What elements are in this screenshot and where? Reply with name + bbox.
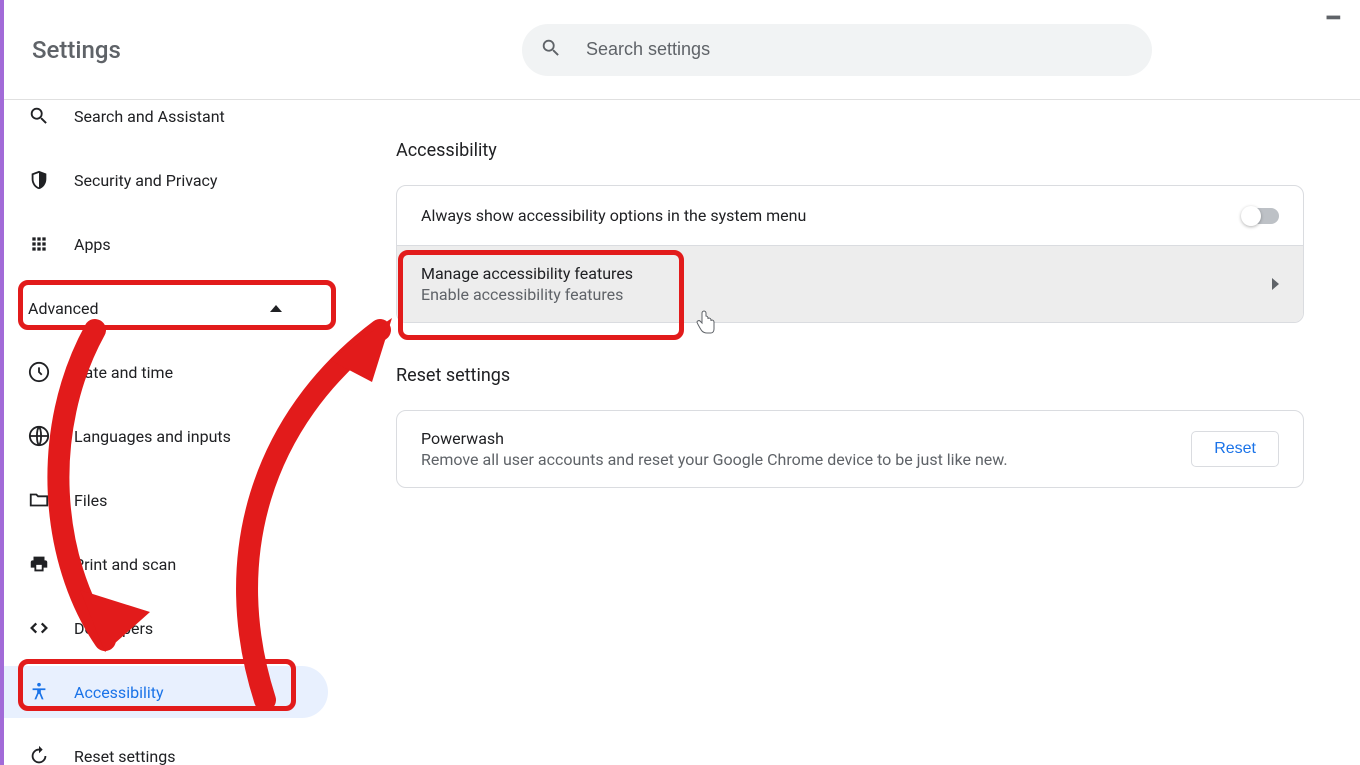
folder-icon bbox=[28, 489, 50, 511]
toggle-off[interactable] bbox=[1243, 208, 1279, 224]
sidebar-item-label: Search and Assistant bbox=[74, 107, 225, 126]
sidebar-item-developers[interactable]: Developers bbox=[0, 602, 328, 654]
restore-icon bbox=[28, 745, 50, 765]
clock-icon bbox=[28, 361, 50, 383]
sidebar-item-print-scan[interactable]: Print and scan bbox=[0, 538, 328, 590]
row-powerwash: Powerwash Remove all user accounts and r… bbox=[397, 411, 1303, 487]
sidebar-item-languages[interactable]: Languages and inputs bbox=[0, 410, 328, 462]
section-title-reset: Reset settings bbox=[396, 365, 1304, 386]
sidebar-item-search-assistant[interactable]: Search and Assistant bbox=[0, 100, 328, 142]
sidebar-advanced-label: Advanced bbox=[28, 299, 99, 318]
sidebar-item-label: Files bbox=[74, 491, 107, 510]
chevron-up-icon bbox=[270, 305, 282, 312]
row-manage-a11y-features[interactable]: Manage accessibility features Enable acc… bbox=[397, 246, 1303, 322]
search-container[interactable] bbox=[522, 24, 1152, 76]
row-title: Always show accessibility options in the… bbox=[421, 206, 1243, 225]
row-title: Manage accessibility features bbox=[421, 264, 1272, 283]
search-icon bbox=[28, 105, 50, 127]
section-title-accessibility: Accessibility bbox=[396, 140, 1304, 161]
print-icon bbox=[28, 553, 50, 575]
sidebar-item-security-privacy[interactable]: Security and Privacy bbox=[0, 154, 328, 206]
sidebar-item-label: Languages and inputs bbox=[74, 427, 231, 446]
chevron-right-icon bbox=[1272, 278, 1279, 290]
window-left-edge bbox=[0, 0, 4, 765]
sidebar-item-label: Developers bbox=[74, 619, 153, 638]
row-subtitle: Remove all user accounts and reset your … bbox=[421, 450, 1191, 469]
sidebar-item-label: Date and time bbox=[74, 363, 173, 382]
sidebar-item-files[interactable]: Files bbox=[0, 474, 328, 526]
sidebar-item-date-time[interactable]: Date and time bbox=[0, 346, 328, 398]
sidebar-item-reset-settings[interactable]: Reset settings bbox=[0, 730, 328, 765]
sidebar: Search and Assistant Security and Privac… bbox=[0, 100, 340, 765]
globe-icon bbox=[28, 425, 50, 447]
search-icon bbox=[540, 37, 562, 63]
sidebar-item-label: Apps bbox=[74, 235, 111, 254]
window-minimize-icon[interactable]: ━ bbox=[1327, 6, 1340, 31]
reset-button[interactable]: Reset bbox=[1191, 431, 1279, 467]
sidebar-item-label: Accessibility bbox=[74, 683, 164, 702]
sidebar-item-label: Security and Privacy bbox=[74, 171, 217, 190]
search-input[interactable] bbox=[562, 39, 1134, 60]
row-subtitle: Enable accessibility features bbox=[421, 285, 1272, 304]
shield-icon bbox=[28, 169, 50, 191]
page-title: Settings bbox=[32, 36, 522, 64]
accessibility-icon bbox=[28, 681, 50, 703]
apps-icon bbox=[28, 233, 50, 255]
code-icon bbox=[28, 617, 50, 639]
accessibility-card: Always show accessibility options in the… bbox=[396, 185, 1304, 323]
sidebar-item-accessibility[interactable]: Accessibility bbox=[0, 666, 328, 718]
sidebar-item-label: Reset settings bbox=[74, 747, 175, 765]
sidebar-item-label: Print and scan bbox=[74, 555, 176, 574]
sidebar-advanced-toggle[interactable]: Advanced bbox=[0, 282, 328, 334]
row-title: Powerwash bbox=[421, 429, 1191, 448]
row-always-show-a11y[interactable]: Always show accessibility options in the… bbox=[397, 186, 1303, 246]
main-content: Accessibility Always show accessibility … bbox=[340, 100, 1360, 765]
sidebar-item-apps[interactable]: Apps bbox=[0, 218, 328, 270]
header: Settings bbox=[0, 0, 1360, 100]
reset-card: Powerwash Remove all user accounts and r… bbox=[396, 410, 1304, 488]
